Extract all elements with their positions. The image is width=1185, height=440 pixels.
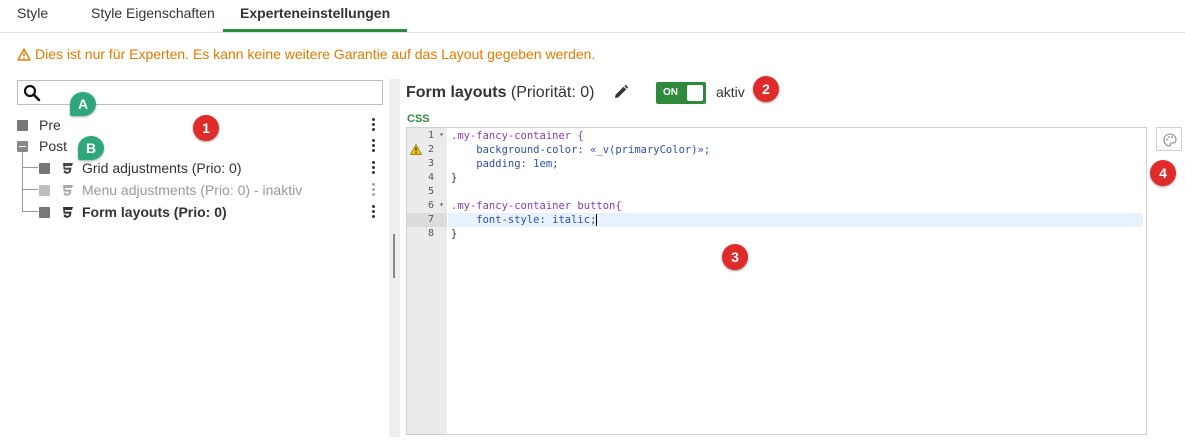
tab-style[interactable]: Style — [17, 4, 48, 32]
layout-priority: (Priorität: 0) — [510, 84, 595, 101]
color-palette-button[interactable] — [1156, 127, 1182, 151]
more-options-icon[interactable] — [372, 118, 376, 132]
css-code-editor[interactable]: 1 ▾ 2 3 4 5 6 ▾ 7 8 .my-fancy-container { … — [406, 127, 1147, 435]
warning-text: Dies ist nur für Experten. Es kann keine… — [35, 46, 596, 62]
gutter-line: 1 ▾ — [427, 130, 444, 141]
tab-bar: Style Style Eigenschaften Experteneinste… — [0, 0, 1185, 33]
gutter-line: 8 — [427, 228, 434, 239]
text-cursor — [596, 214, 598, 226]
css3-icon — [63, 207, 73, 218]
tree-item-form-layouts[interactable]: Form layouts (Prio: 0) — [0, 203, 385, 223]
warning-icon — [410, 144, 422, 155]
tree-item-label: Pre — [39, 117, 61, 133]
toggle-on-label: ON — [663, 87, 678, 98]
fold-arrow-icon[interactable]: ▾ — [439, 200, 444, 209]
code-line: .my-fancy-container { — [451, 130, 584, 142]
code-line: padding: 1em; — [451, 158, 559, 170]
layout-name: Form layouts — [406, 84, 507, 101]
gutter-line: 7 — [407, 213, 447, 227]
fold-arrow-icon[interactable]: ▾ — [439, 130, 444, 139]
tree-item-label: Post — [39, 138, 68, 154]
annotation-pin-a: A — [70, 92, 96, 116]
collapse-icon[interactable] — [17, 141, 28, 152]
annotation-pin-b: B — [78, 136, 104, 160]
tree-item-label: Grid adjustments (Prio: 0) — [82, 160, 242, 176]
code-line: .my-fancy-container button{ — [451, 200, 622, 212]
css3-icon — [63, 163, 73, 174]
code-line: } — [451, 228, 458, 240]
tree-item-menu-adjustments[interactable]: Menu adjustments (Prio: 0) - inaktiv — [0, 181, 385, 201]
gutter-line: 4 — [427, 172, 434, 183]
more-options-icon[interactable] — [372, 139, 376, 153]
gutter-line: 2 — [407, 143, 447, 157]
code-line: background-color: «_v(primaryColor)»; — [451, 144, 711, 156]
active-toggle[interactable]: ON — [656, 82, 706, 104]
annotation-marker-2: 2 — [753, 76, 779, 102]
palette-icon — [1163, 133, 1177, 147]
more-options-icon[interactable] — [372, 183, 376, 197]
gutter-line: 5 — [427, 186, 434, 197]
tree-item-post[interactable]: Post — [0, 137, 385, 157]
code-line-text: font-style: italic; — [451, 214, 597, 226]
tree-node-icon — [17, 120, 28, 131]
tree-item-label: Menu adjustments (Prio: 0) - inaktiv — [82, 182, 303, 198]
search-icon — [23, 84, 41, 102]
code-line-active: font-style: italic; — [448, 213, 1143, 227]
gutter-line: 3 — [427, 158, 434, 169]
edit-pencil-icon[interactable] — [613, 84, 629, 100]
editor-title: Form layouts (Priorität: 0) — [406, 84, 595, 102]
panel-splitter[interactable] — [389, 79, 400, 437]
more-options-icon[interactable] — [372, 161, 376, 175]
tree-item-grid-adjustments[interactable]: Grid adjustments (Prio: 0) — [0, 159, 385, 179]
active-status-label: aktiv — [716, 84, 745, 100]
code-line: } — [451, 172, 458, 184]
tree-item-label: Form layouts (Prio: 0) — [82, 204, 227, 220]
splitter-grip[interactable] — [393, 234, 395, 278]
tree-node-icon — [39, 185, 50, 196]
more-options-icon[interactable] — [372, 205, 376, 219]
tab-style-eigenschaften[interactable]: Style Eigenschaften — [91, 4, 215, 32]
tree-node-icon — [39, 207, 50, 218]
toggle-knob — [687, 85, 703, 101]
expert-warning: Dies ist nur für Experten. Es kann keine… — [17, 46, 595, 62]
annotation-marker-3: 3 — [722, 244, 748, 270]
css3-icon — [63, 185, 73, 196]
tree-node-icon — [39, 163, 50, 174]
annotation-marker-4: 4 — [1150, 160, 1176, 186]
language-label: CSS — [407, 113, 430, 125]
warning-icon — [17, 47, 31, 61]
tab-experteneinstellungen[interactable]: Experteneinstellungen — [223, 4, 408, 32]
annotation-marker-1: 1 — [193, 115, 219, 141]
gutter-line: 6 ▾ — [427, 200, 444, 211]
